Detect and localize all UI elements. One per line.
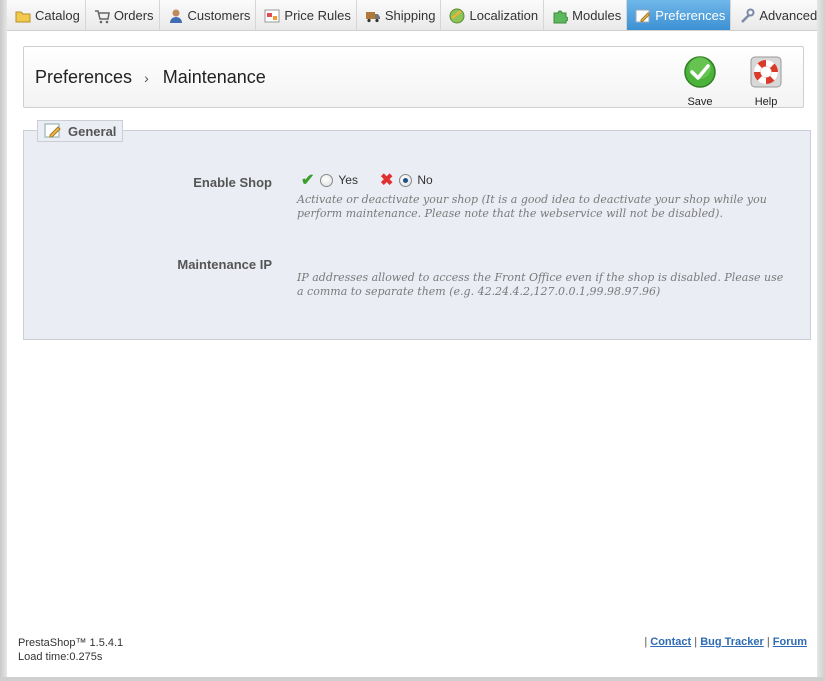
maintenance-ip-hint: IP addresses allowed to access the Front… (297, 271, 784, 298)
tab-label: Catalog (35, 8, 80, 23)
truck-icon (365, 8, 381, 24)
enable-shop-options: ✔ Yes ✖ No (301, 170, 433, 190)
folder-icon (15, 8, 31, 24)
footer-links: | Contact | Bug Tracker | Forum (644, 636, 807, 648)
save-label: Save (687, 96, 713, 108)
tab-catalog[interactable]: Catalog (7, 0, 86, 30)
forum-link[interactable]: Forum (773, 636, 807, 648)
preferences-icon (635, 8, 651, 24)
wrench-icon (739, 8, 755, 24)
tab-localization[interactable]: Localization (441, 0, 545, 30)
window-frame-right (817, 0, 825, 681)
tab-label: Localization (469, 8, 539, 23)
enable-shop-hint: Activate or deactivate your shop (It is … (297, 193, 767, 220)
breadcrumb-current: Maintenance (162, 67, 266, 87)
tab-modules[interactable]: Modules (544, 0, 628, 30)
edit-icon (44, 123, 62, 139)
tab-preferences[interactable]: Preferences (627, 0, 732, 30)
tab-label: Preferences (655, 8, 726, 23)
breadcrumb: Preferences › Maintenance (35, 67, 266, 88)
load-time-text: Load time:0.275s (18, 651, 103, 663)
user-icon (168, 8, 184, 24)
chevron-right-icon: › (144, 69, 149, 86)
help-label: Help (754, 96, 778, 108)
version-text: PrestaShop™ 1.5.4.1 (18, 637, 124, 649)
check-icon: ✔ (301, 172, 315, 189)
price-tag-icon (264, 8, 280, 24)
tab-label: Shipping (384, 8, 436, 23)
tab-orders[interactable]: Orders (86, 0, 160, 30)
breadcrumb-parent[interactable]: Preferences (35, 67, 132, 88)
footer-separator: | (694, 636, 698, 648)
help-button[interactable]: Help (741, 55, 791, 108)
window-frame-bottom (0, 677, 825, 681)
cart-icon (94, 8, 110, 24)
tab-label: Customers (187, 8, 251, 23)
tab-price-rules[interactable]: Price Rules (256, 0, 357, 30)
tab-label: Advanced Paramete (759, 8, 817, 23)
puzzle-icon (552, 8, 569, 24)
cross-icon: ✖ (379, 172, 394, 189)
tab-label: Orders (113, 8, 154, 23)
enable-shop-no-radio[interactable] (399, 173, 413, 187)
enable-shop-yes-radio[interactable] (320, 173, 334, 187)
footer-separator: | (766, 636, 770, 648)
enable-shop-no-label[interactable]: No (417, 173, 432, 187)
bug-tracker-link[interactable]: Bug Tracker (700, 636, 764, 648)
save-icon (683, 56, 717, 93)
save-button[interactable]: Save (675, 55, 725, 108)
main-menu: Catalog Orders Customers Price Rules Shi… (7, 0, 817, 31)
footer-separator: | (644, 636, 648, 648)
tab-customers[interactable]: Customers (160, 0, 257, 30)
fieldset-legend: General (37, 120, 124, 142)
globe-icon (449, 8, 465, 24)
tab-label: Modules (572, 8, 622, 23)
enable-shop-label: Enable Shop (193, 175, 272, 190)
legend-label: General (68, 123, 117, 139)
window-frame-left (0, 0, 7, 681)
maintenance-ip-label: Maintenance IP (177, 257, 272, 272)
help-icon (749, 56, 783, 93)
footer-info: PrestaShop™ 1.5.4.1 Load time:0.275s (18, 636, 123, 664)
contact-link[interactable]: Contact (650, 636, 691, 648)
toolbar-header: Preferences › Maintenance Save Help (23, 46, 804, 108)
general-fieldset (23, 130, 811, 340)
tab-shipping[interactable]: Shipping (357, 0, 442, 30)
tab-advanced-parameters[interactable]: Advanced Paramete (731, 0, 817, 30)
enable-shop-yes-label[interactable]: Yes (338, 173, 358, 187)
tab-label: Price Rules (284, 8, 351, 23)
